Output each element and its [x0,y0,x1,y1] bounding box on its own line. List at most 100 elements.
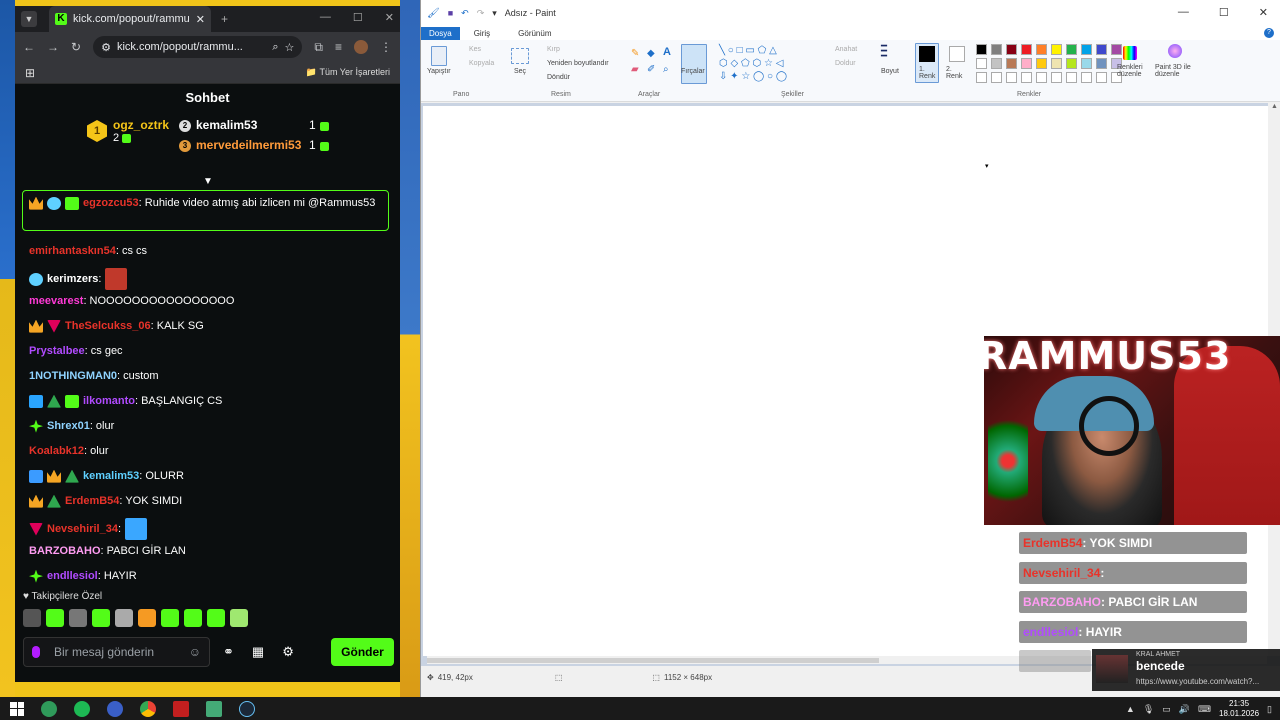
color-swatch[interactable] [976,72,987,83]
select-icon[interactable] [511,48,529,64]
color-swatch[interactable] [991,72,1002,83]
chat-username[interactable]: endllesiol [47,570,98,582]
taskbar-app-icon-5[interactable] [173,700,189,717]
maximize-icon[interactable]: ☐ [353,11,363,24]
color-swatch[interactable] [1051,44,1062,55]
browser-tab[interactable]: K kick.com/popout/rammus53/ch ✕ [49,6,211,32]
resize-label[interactable]: Yeniden boyutlandır [547,60,609,67]
fill-bucket-icon[interactable]: ◆ [647,48,655,59]
tab-search-icon[interactable]: ▼ [21,11,37,27]
profile-avatar[interactable] [354,40,368,54]
crop-label[interactable]: Kırp [547,46,560,53]
paint3d-icon[interactable] [1168,44,1182,58]
color-swatch[interactable] [1006,44,1017,55]
language-icon[interactable]: ⌨ [1198,704,1211,715]
size-icon[interactable]: ━ ━ ━ [881,42,887,62]
menu-icon[interactable]: ⋮ [380,40,392,54]
windows-start-icon[interactable] [10,701,24,716]
brushes-label[interactable]: Fırçalar [681,68,705,75]
color-swatch[interactable] [1036,72,1047,83]
menu-view[interactable]: Görünüm [504,29,565,38]
color-swatch[interactable] [991,58,1002,69]
paste-icon[interactable] [431,46,447,66]
youtube-notification[interactable]: KRAL AHMET bencede https://www.youtube.c… [1092,649,1280,691]
leader-third-name[interactable]: mervedeilmermi53 [196,138,301,152]
mic-icon[interactable] [32,646,40,658]
emote-2[interactable] [46,609,64,627]
color-swatch[interactable] [1066,44,1077,55]
quick-access-dropdown-icon[interactable]: ▾ [492,8,497,19]
color-swatch[interactable] [1021,72,1032,83]
undo-icon[interactable]: ↶ [461,8,469,19]
send-button[interactable]: Gönder [331,638,394,666]
color-swatch[interactable] [1036,44,1047,55]
edit-colors-icon[interactable] [1123,46,1137,60]
horizontal-scroll-thumb[interactable] [427,658,879,663]
tray-overflow-icon[interactable]: ▲ [1126,704,1135,714]
chat-username[interactable]: Koalabk12 [29,445,84,457]
minimize-icon[interactable]: — [320,11,331,24]
color-swatch[interactable] [1081,72,1092,83]
brushes-icon[interactable] [681,44,707,84]
color-swatch[interactable] [976,58,987,69]
shapes-gallery[interactable]: ╲ ○ □ ▭ ⬠ △ ⬡ ◇ ⬠ ⬡ ☆ ◁ ⇩ ✦ ☆ ◯ ○ ◯ [719,44,819,84]
size-label[interactable]: Boyut [881,68,899,75]
notification-center-icon[interactable]: ▯ [1267,704,1272,715]
emote-5[interactable] [115,609,133,627]
color-picker-icon[interactable]: ✐ [647,64,655,75]
color-swatch[interactable] [1066,72,1077,83]
kicks-icon[interactable]: ⚭ [223,644,234,660]
paste-label[interactable]: Yapıştır [427,68,451,75]
clock[interactable]: 21:35 18.01.2026 [1219,699,1259,719]
leader-first-name[interactable]: ogz_oztrk [113,118,169,132]
color-swatch[interactable] [1021,58,1032,69]
color-swatch[interactable] [1051,72,1062,83]
rotate-label[interactable]: Döndür [547,74,570,81]
pencil-icon[interactable]: ✎ [631,48,639,59]
eraser-icon[interactable]: ▰ [631,64,639,75]
color-swatch[interactable] [1096,44,1107,55]
color-swatch[interactable] [1111,44,1122,55]
color2-label[interactable]: 2. Renk [946,66,964,80]
emote-10[interactable] [230,609,248,627]
emote-6[interactable] [138,609,156,627]
color-swatch[interactable] [1006,72,1017,83]
chat-username[interactable]: meevarest [29,295,83,307]
edit-colors-label[interactable]: Renkleri düzenle [1117,64,1147,78]
outline-label[interactable]: Anahat [835,46,857,53]
color2-swatch[interactable] [949,46,965,62]
pinned-username[interactable]: egzozcu53 [83,197,139,209]
url-field[interactable]: ⚙ kick.com/popout/rammu... ⌕ ☆ [93,36,303,58]
color-swatch[interactable] [976,44,987,55]
emote-8[interactable] [184,609,202,627]
back-icon[interactable]: ← [23,40,35,54]
volume-icon[interactable]: 🔊 [1179,704,1190,715]
save-icon[interactable]: ■ [448,8,453,18]
pinned-message[interactable]: egzozcu53: Ruhide video atmış abi izlice… [22,190,389,231]
taskbar-app-icon-3[interactable] [107,700,123,717]
mic-tray-icon[interactable]: 🎙 [1143,704,1154,715]
color-swatch[interactable] [1081,58,1092,69]
emote-9[interactable] [207,609,225,627]
spotify-icon[interactable] [74,700,90,717]
fill-label[interactable]: Doldur [835,60,856,67]
chat-username[interactable]: kemalim53 [83,470,139,482]
emoji-icon[interactable]: ☺ [189,645,201,659]
extensions-icon[interactable]: ⧉ [314,40,323,55]
color-swatch[interactable] [1096,58,1107,69]
all-bookmarks-link[interactable]: 📁 Tüm Yer İşaretleri [306,67,390,78]
chat-username[interactable]: Prystalbee [29,345,85,357]
chat-username[interactable]: Nevsehiril_34 [47,523,118,535]
color-swatch[interactable] [1066,58,1077,69]
apps-grid-icon[interactable]: ⊞ [25,66,35,80]
color-swatch[interactable] [1036,58,1047,69]
color-swatch[interactable] [991,44,1002,55]
chat-username[interactable]: emirhantaskın54 [29,245,116,257]
emote-7[interactable] [161,609,179,627]
chat-username[interactable]: Shrex01 [47,420,90,432]
color-swatch[interactable] [1051,58,1062,69]
chat-username[interactable]: TheSelcukss_06 [65,320,151,332]
color-swatch[interactable] [1021,44,1032,55]
forward-icon[interactable]: → [47,40,59,54]
select-label[interactable]: Seç [514,68,526,75]
